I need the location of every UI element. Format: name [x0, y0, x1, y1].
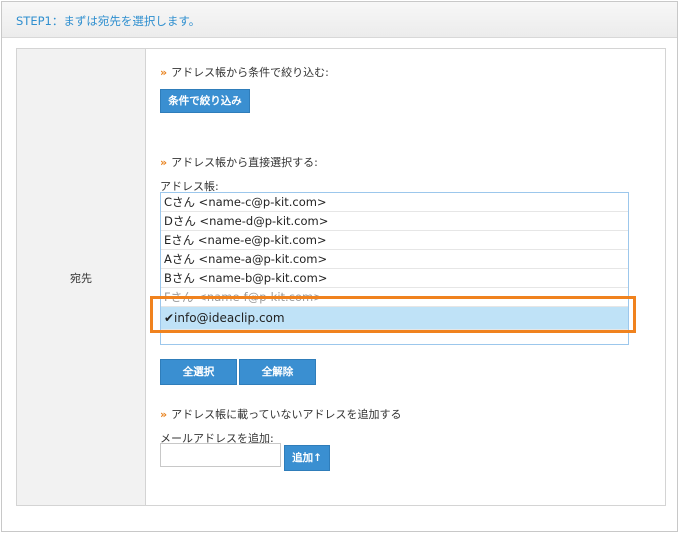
add-section-title: » アドレス帳に載っていないアドレスを追加する [160, 406, 402, 422]
recipient-content: » アドレス帳から条件で絞り込む: 条件で絞り込み » アドレス帳から直接選択する:… [147, 49, 665, 505]
address-option[interactable]: Dさん <name-d@p-kit.com> [161, 212, 628, 231]
recipient-label: 宛先 [70, 272, 92, 285]
form-panel: STEP1：まずは宛先を選択します。 宛先 » アドレス帳から条件で絞り込む: 条… [1, 1, 678, 532]
email-input[interactable] [160, 443, 281, 467]
address-option[interactable]: Aさん <name-a@p-kit.com> [161, 250, 628, 269]
address-option[interactable]: Cさん <name-c@p-kit.com> [161, 193, 628, 212]
filter-title-text: アドレス帳から条件で絞り込む: [171, 66, 329, 79]
raquo-icon: » [160, 156, 168, 169]
annotation-highlight-box [150, 296, 636, 333]
add-button[interactable]: 追加↑ [284, 445, 330, 471]
direct-section-title: » アドレス帳から直接選択する: [160, 154, 318, 170]
direct-title-text: アドレス帳から直接選択する: [171, 156, 318, 169]
row-label-cell: 宛先 [17, 49, 146, 505]
step-header: STEP1：まずは宛先を選択します。 [2, 2, 677, 38]
address-option[interactable]: Bさん <name-b@p-kit.com> [161, 269, 628, 288]
recipient-table: 宛先 » アドレス帳から条件で絞り込む: 条件で絞り込み » アドレス帳から直接選択… [16, 48, 666, 506]
filter-section-title: » アドレス帳から条件で絞り込む: [160, 64, 329, 80]
step-title: STEP1：まずは宛先を選択します。 [16, 14, 201, 28]
address-option[interactable]: Eさん <name-e@p-kit.com> [161, 231, 628, 250]
raquo-icon: » [160, 408, 168, 421]
filter-button[interactable]: 条件で絞り込み [160, 89, 250, 113]
select-all-button[interactable]: 全選択 [160, 359, 237, 385]
raquo-icon: » [160, 66, 168, 79]
add-title-text: アドレス帳に載っていないアドレスを追加する [171, 408, 402, 421]
deselect-all-button[interactable]: 全解除 [239, 359, 316, 385]
